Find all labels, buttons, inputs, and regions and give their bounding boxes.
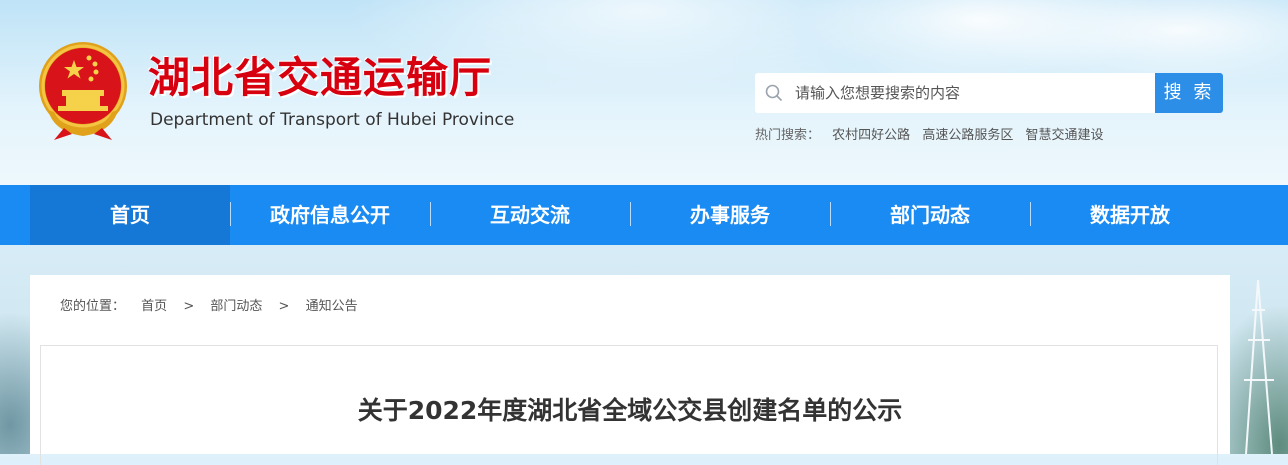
search-box xyxy=(755,73,1155,113)
hot-search-link[interactable]: 高速公路服务区 xyxy=(922,128,1013,143)
site-title: 湖北省交通运输厅 xyxy=(148,53,493,102)
hot-search-link[interactable]: 农村四好公路 xyxy=(832,128,910,143)
nav-item-dept-news[interactable]: 部门动态 xyxy=(830,185,1030,245)
hot-search-label: 热门搜索： xyxy=(755,128,821,143)
national-emblem-icon xyxy=(39,42,127,140)
article-container: 关于2022年度湖北省全域公交县创建名单的公示 xyxy=(40,345,1218,465)
nav-item-services[interactable]: 办事服务 xyxy=(630,185,830,245)
nav-item-gov-info[interactable]: 政府信息公开 xyxy=(230,185,430,245)
site-subtitle: Department of Transport of Hubei Provinc… xyxy=(150,110,515,130)
hot-search-link[interactable]: 智慧交通建设 xyxy=(1025,128,1103,143)
breadcrumb-separator: > xyxy=(278,299,290,314)
nav-item-interaction[interactable]: 互动交流 xyxy=(430,185,630,245)
breadcrumb-link-dept-news[interactable]: 部门动态 xyxy=(210,299,262,314)
search-icon xyxy=(765,84,783,102)
transmission-tower-icon xyxy=(1244,280,1274,454)
breadcrumb-label: 您的位置： xyxy=(60,299,126,314)
main-nav: 首页 政府信息公开 互动交流 办事服务 部门动态 数据开放 xyxy=(0,185,1288,245)
breadcrumb-link-home[interactable]: 首页 xyxy=(141,299,167,314)
search-button[interactable]: 搜 索 xyxy=(1155,73,1223,113)
breadcrumb-separator: > xyxy=(183,299,195,314)
breadcrumb: 您的位置： 首页 > 部门动态 > 通知公告 xyxy=(60,295,370,314)
search-input[interactable] xyxy=(795,73,1145,113)
content-panel: 您的位置： 首页 > 部门动态 > 通知公告 关于2022年度湖北省全域公交县创… xyxy=(30,275,1230,465)
hot-search: 热门搜索： 农村四好公路 高速公路服务区 智慧交通建设 xyxy=(755,124,1111,143)
nav-item-home[interactable]: 首页 xyxy=(30,185,230,245)
nav-item-open-data[interactable]: 数据开放 xyxy=(1030,185,1230,245)
breadcrumb-link-notices[interactable]: 通知公告 xyxy=(306,299,358,314)
article-title: 关于2022年度湖北省全域公交县创建名单的公示 xyxy=(357,396,903,425)
